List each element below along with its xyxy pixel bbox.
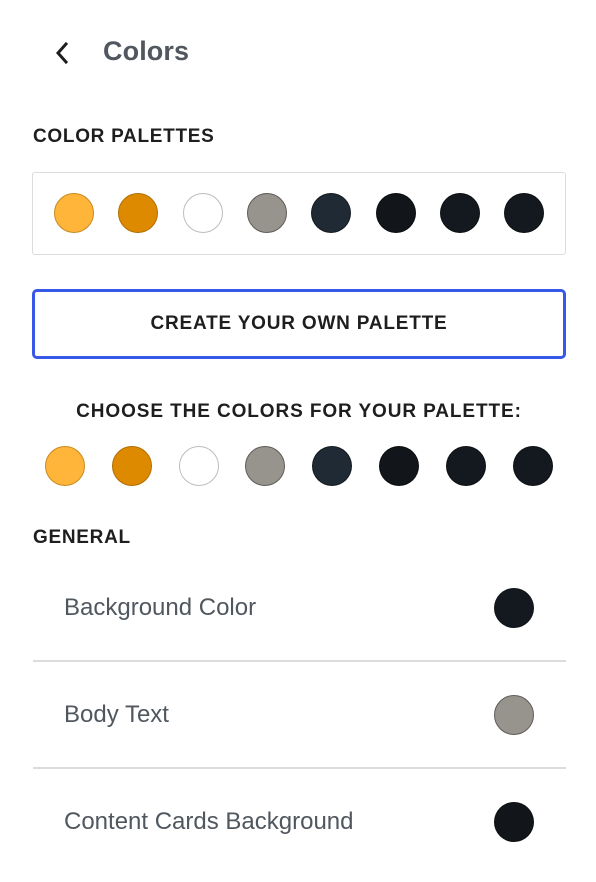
setting-row-content-cards-background[interactable]: Content Cards Background [33, 769, 566, 875]
palette-color-picker-8[interactable] [512, 446, 553, 486]
choose-colors-heading: CHOOSE THE COLORS FOR YOUR PALETTE: [76, 401, 522, 422]
palette-swatch [504, 193, 545, 233]
color-palette-option[interactable] [32, 172, 566, 255]
palette-color-picker-6[interactable] [379, 446, 419, 486]
setting-label: Body Text [64, 701, 169, 728]
palette-swatch [311, 193, 352, 233]
palette-color-picker-4[interactable] [245, 446, 286, 486]
color-swatch[interactable] [494, 695, 534, 735]
palette-swatch [375, 193, 416, 233]
palette-color-picker-1[interactable] [45, 446, 85, 486]
palette-swatch [54, 193, 94, 233]
setting-row-background-color[interactable]: Background Color [33, 555, 566, 661]
color-swatch[interactable] [494, 588, 534, 628]
setting-row-body-text[interactable]: Body Text [33, 662, 566, 768]
palette-swatch [182, 193, 223, 233]
setting-label: Content Cards Background [64, 808, 354, 835]
general-heading: General [33, 527, 131, 548]
header: Colors [0, 0, 596, 105]
palette-swatch [118, 193, 159, 233]
page-title: Colors [103, 36, 190, 66]
create-own-palette-button[interactable]: CREATE YOUR OWN PALETTE [32, 289, 566, 359]
chevron-left-icon [55, 41, 69, 65]
color-swatch[interactable] [494, 802, 534, 842]
palette-swatch [439, 193, 480, 233]
palette-color-picker-7[interactable] [445, 446, 486, 486]
setting-label: Background Color [64, 594, 257, 621]
palette-color-picker-2[interactable] [111, 446, 152, 486]
palette-color-picker-3[interactable] [178, 446, 219, 486]
color-palettes-heading: Color Palettes [33, 126, 215, 147]
palette-swatch [246, 193, 287, 233]
back-button[interactable] [44, 34, 80, 72]
palette-color-picker-5[interactable] [312, 446, 353, 486]
